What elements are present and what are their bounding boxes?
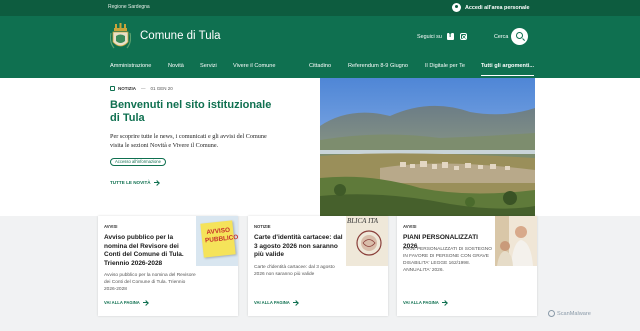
thumbnail-text: BLICA ITA xyxy=(347,217,379,225)
region-link[interactable]: Regione Sardegna xyxy=(108,4,150,10)
user-icon xyxy=(452,3,461,12)
card-title[interactable]: Carte d'identità cartacee: dal 3 agosto … xyxy=(254,234,344,260)
nav-item-tutti-gli-argomenti[interactable]: Tutti gli argomenti... xyxy=(481,63,535,76)
card-link-label: VAI ALLA PAGINA xyxy=(254,300,290,305)
card-description: Carte d'identità cartacee: dal 3 agosto … xyxy=(254,265,335,277)
card-link[interactable]: VAI ALLA PAGINA xyxy=(104,300,148,305)
stamp-image xyxy=(356,230,382,256)
separator: — xyxy=(141,86,146,91)
search-button[interactable] xyxy=(511,28,528,45)
news-card: NOTIZIE Carte d'identità cartacee: dal 3… xyxy=(248,216,388,316)
facebook-icon[interactable] xyxy=(447,32,454,40)
nav-item-digitale[interactable]: Il Digitale per Te xyxy=(425,63,465,69)
tula-landscape-photo xyxy=(320,78,535,216)
instagram-icon[interactable] xyxy=(460,33,467,40)
card-link[interactable]: VAI ALLA PAGINA xyxy=(254,300,298,305)
social-label: Seguici su xyxy=(417,34,442,40)
arrow-right-icon xyxy=(153,182,159,183)
watermark-text: ScanMalware xyxy=(557,310,591,317)
arrow-right-icon xyxy=(292,302,298,303)
login-button[interactable]: Accedi all'area personale xyxy=(452,3,530,12)
card-description: PIANI PERSONALIZZATI DI SOSTEGNO IN FAVO… xyxy=(403,247,492,273)
card-category: AVVISI xyxy=(403,224,417,229)
card-link-label: VAI ALLA PAGINA xyxy=(403,300,439,305)
nav-item-servizi[interactable]: Servizi xyxy=(200,63,217,69)
card-title[interactable]: Avviso pubblico per la nomina del Reviso… xyxy=(104,234,194,269)
card-link[interactable]: VAI ALLA PAGINA xyxy=(403,300,447,305)
thumbnail-text: AVVISO PUBBLICO xyxy=(204,226,238,244)
card-link-label: VAI ALLA PAGINA xyxy=(104,300,140,305)
coat-of-arms-logo[interactable] xyxy=(110,22,131,52)
all-news-link[interactable]: TUTTE LE NOVITÀ xyxy=(110,180,159,185)
nav-item-referendum[interactable]: Referendum 8-9 Giugno xyxy=(348,63,408,69)
nav-item-amministrazione[interactable]: Amministrazione xyxy=(110,63,151,69)
nav-item-vivere-il-comune[interactable]: Vivere il Comune xyxy=(233,63,276,69)
login-label: Accedi all'area personale xyxy=(465,4,530,11)
news-card: AVVISI PIANI PERSONALIZZATI 2026 PIANI P… xyxy=(397,216,537,316)
site-title[interactable]: Comune di Tula xyxy=(140,30,221,42)
all-news-label: TUTTE LE NOVITÀ xyxy=(110,180,151,185)
hero-tag: NOTIZIA xyxy=(118,86,136,91)
avviso-pubblico-thumbnail: AVVISO PUBBLICO xyxy=(196,216,238,266)
identity-card-thumbnail: BLICA ITA xyxy=(346,216,388,266)
card-category: NOTIZIE xyxy=(254,224,271,229)
hero-description: Per scoprire tutte le news, i comunicati… xyxy=(110,133,267,149)
calendar-icon xyxy=(110,86,115,91)
header-center: Comune di Tula Seguici su Cerca xyxy=(0,16,640,58)
search-label: Cerca xyxy=(494,34,509,40)
hero-title[interactable]: Benvenuti nel sito istituzionale di Tula xyxy=(110,99,280,125)
news-card: AVVISI Avviso pubblico per la nomina del… xyxy=(98,216,238,316)
care-photo-thumbnail xyxy=(495,216,537,266)
slim-header: Regione Sardegna Accedi all'area persona… xyxy=(0,0,640,16)
hero-date: 01 GEN 20 xyxy=(150,86,173,91)
nav-item-novita[interactable]: Novità xyxy=(168,63,184,69)
card-category: AVVISI xyxy=(104,224,118,229)
arrow-right-icon xyxy=(441,302,447,303)
card-description: Avviso pubblico per la nomina del Reviso… xyxy=(104,273,196,292)
main-nav: Amministrazione Novità Servizi Vivere il… xyxy=(0,58,640,78)
topic-chip[interactable]: Accesso all'informazione xyxy=(110,158,166,166)
watermark: ScanMalware xyxy=(548,310,591,317)
hero-meta: NOTIZIA — 01 GEN 20 xyxy=(110,86,173,91)
hero-section: NOTIZIA — 01 GEN 20 Benvenuti nel sito i… xyxy=(0,78,640,216)
shield-icon xyxy=(548,310,555,317)
arrow-right-icon xyxy=(142,302,148,303)
nav-item-cittadino[interactable]: Cittadino xyxy=(309,63,331,69)
